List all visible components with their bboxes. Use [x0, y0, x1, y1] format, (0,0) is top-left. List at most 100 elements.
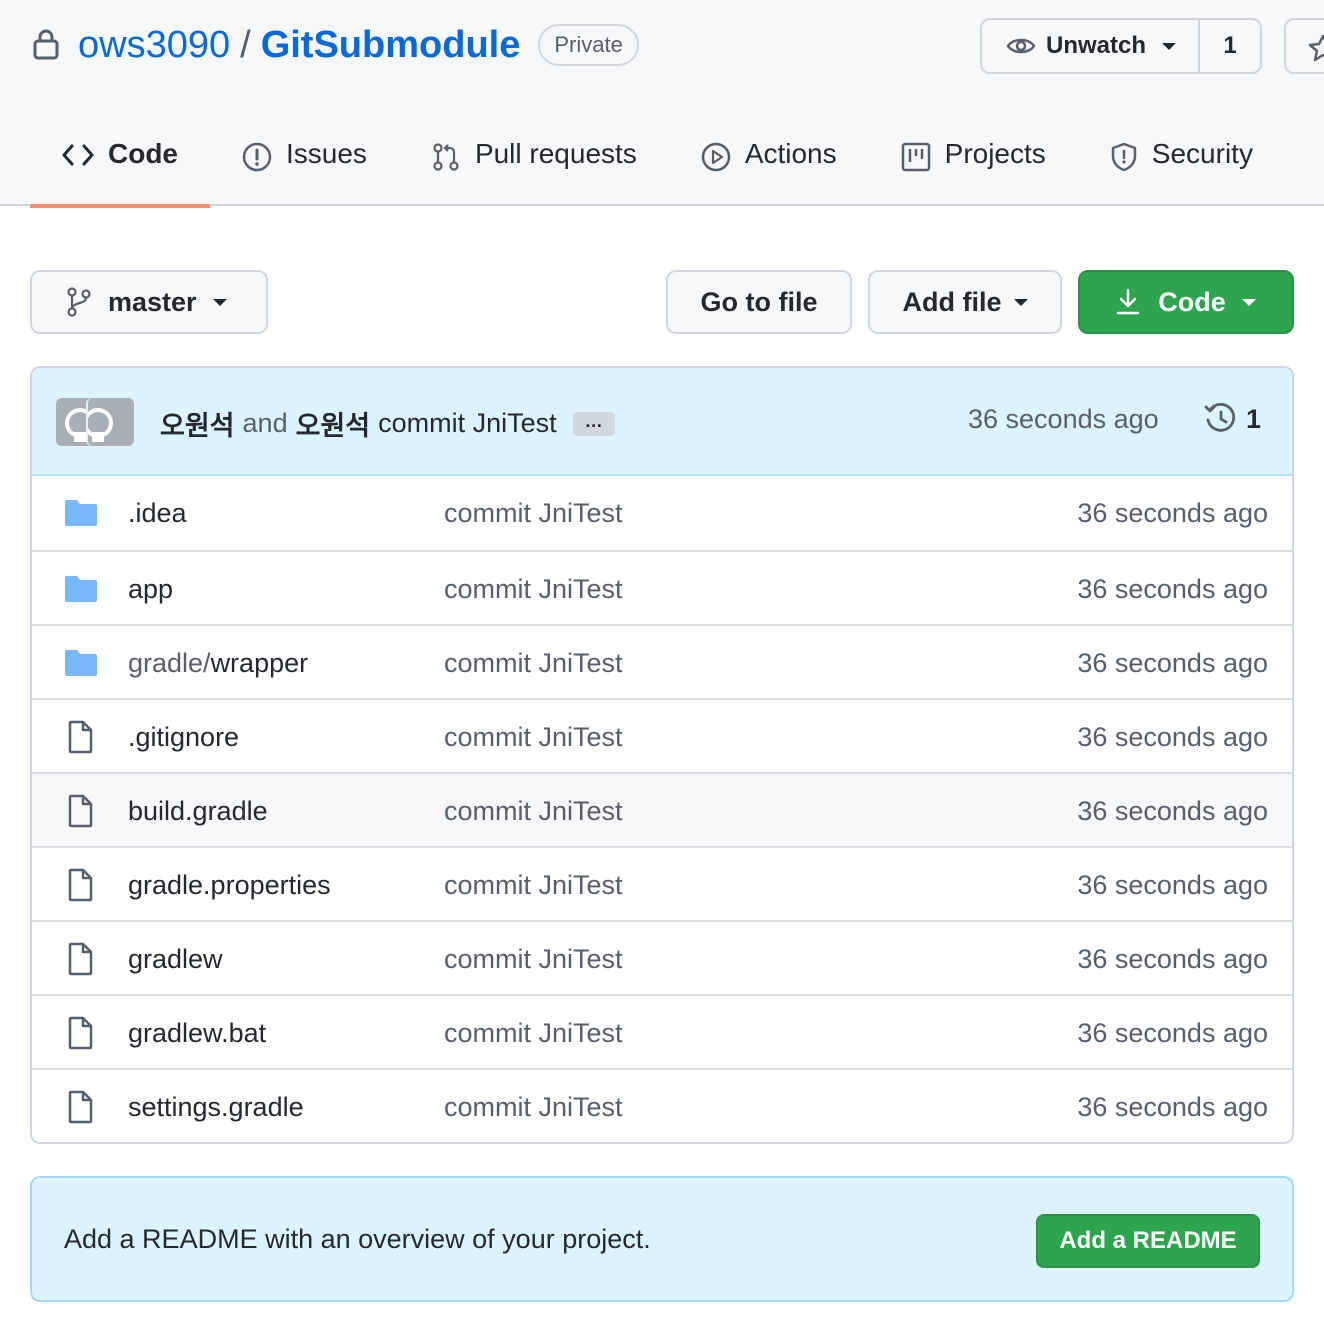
file-path-prefix: gradle/ [128, 648, 211, 678]
file-name: wrapper [210, 648, 309, 678]
file-row[interactable]: .gitignore commit JniTest 36 seconds ago [32, 698, 1292, 772]
file-name: gradle.properties [128, 870, 331, 900]
file-name-link[interactable]: build.gradle [128, 796, 268, 827]
file-name: gradlew.bat [128, 1018, 267, 1048]
repo-nav: Code Issues Pull requests Actions Projec… [30, 118, 1285, 208]
file-name-link[interactable]: gradlew.bat [128, 1018, 266, 1049]
eye-icon [1006, 38, 1036, 54]
add-file-label: Add file [902, 286, 1002, 317]
file-commit-message-link[interactable]: commit JniTest [444, 1018, 623, 1049]
readme-prompt-text: Add a README with an overview of your pr… [64, 1224, 651, 1254]
commit-conjunction: and [242, 408, 288, 438]
history-icon [1204, 402, 1236, 432]
file-name: gradlew [128, 944, 223, 974]
tab-issues[interactable]: Issues [210, 118, 399, 206]
file-commit-message-link[interactable]: commit JniTest [444, 498, 623, 529]
file-name: settings.gradle [128, 1092, 304, 1122]
file-row[interactable]: gradlew.bat commit JniTest 36 seconds ag… [32, 994, 1292, 1068]
pull-request-icon [433, 143, 459, 171]
expand-commit-button[interactable]: … [572, 411, 615, 436]
tab-security-label: Security [1151, 138, 1253, 169]
branch-name: master [108, 286, 197, 317]
file-name: .gitignore [128, 722, 240, 752]
repo-name-link[interactable]: GitSubmodule [261, 24, 521, 67]
download-icon [1117, 288, 1140, 315]
file-commit-message-link[interactable]: commit JniTest [444, 870, 623, 901]
file-name-link[interactable]: settings.gradle [128, 1092, 304, 1123]
shield-icon [1111, 142, 1137, 172]
file-name-link[interactable]: gradlew [128, 944, 223, 975]
chevron-down-icon [1162, 42, 1177, 50]
file-commit-message-link[interactable]: commit JniTest [444, 944, 623, 975]
file-rows: .idea commit JniTest 36 seconds ago app … [32, 476, 1292, 1142]
file-name-link[interactable]: app [128, 574, 173, 605]
file-commit-age: 36 seconds ago [1077, 722, 1268, 752]
chevron-down-icon [1241, 298, 1256, 306]
tab-pull-requests[interactable]: Pull requests [399, 118, 669, 206]
chevron-down-icon [1013, 298, 1028, 306]
tab-issues-label: Issues [286, 138, 367, 169]
commit-author-link[interactable]: 오원석 [296, 404, 371, 443]
file-name: app [128, 574, 174, 604]
octocat-icon [88, 408, 113, 442]
tab-actions[interactable]: Actions [669, 118, 869, 206]
folder-icon [65, 650, 97, 676]
commit-avatars [56, 398, 134, 446]
play-icon [701, 142, 731, 172]
file-row[interactable]: gradle/wrapper commit JniTest 36 seconds… [32, 624, 1292, 698]
star-icon [1308, 34, 1324, 62]
file-name: build.gradle [128, 796, 268, 826]
tab-actions-label: Actions [744, 138, 837, 169]
file-name-link[interactable]: .idea [128, 498, 187, 529]
file-commit-message-link[interactable]: commit JniTest [444, 796, 623, 827]
commit-time[interactable]: 36 seconds ago [968, 404, 1159, 435]
tab-projects-label: Projects [944, 138, 1046, 169]
file-name-link[interactable]: gradle.properties [128, 870, 331, 901]
file-commit-message-link[interactable]: commit JniTest [444, 722, 623, 753]
code-button-label: Code [1158, 286, 1226, 317]
unwatch-label: Unwatch [1046, 32, 1147, 59]
tab-code[interactable]: Code [30, 118, 210, 208]
file-icon [68, 720, 93, 754]
tab-projects[interactable]: Projects [869, 118, 1078, 206]
commit-title-link[interactable]: commit JniTest [378, 408, 557, 439]
file-icon [68, 868, 93, 902]
file-commit-age: 36 seconds ago [1077, 1092, 1268, 1122]
repo-title: ows3090 / GitSubmodule Private [78, 20, 639, 70]
project-icon [901, 142, 930, 172]
file-row[interactable]: settings.gradle commit JniTest 36 second… [32, 1068, 1292, 1142]
file-commit-age: 36 seconds ago [1077, 648, 1268, 678]
add-file-button[interactable]: Add file [868, 270, 1062, 334]
file-icon [68, 1016, 93, 1050]
star-button[interactable] [1284, 18, 1324, 74]
repo-owner-link[interactable]: ows3090 [78, 24, 230, 67]
unwatch-button[interactable]: Unwatch [982, 20, 1201, 72]
commit-count: 1 [1246, 403, 1262, 434]
go-to-file-button[interactable]: Go to file [666, 270, 852, 334]
code-download-button[interactable]: Code [1078, 270, 1294, 334]
file-row[interactable]: app commit JniTest 36 seconds ago [32, 550, 1292, 624]
file-name-link[interactable]: .gitignore [128, 722, 239, 753]
file-commit-age: 36 seconds ago [1077, 1018, 1268, 1048]
tab-security[interactable]: Security [1078, 118, 1285, 206]
issue-icon [242, 142, 272, 172]
file-commit-age: 36 seconds ago [1077, 574, 1268, 604]
file-commit-message-link[interactable]: commit JniTest [444, 648, 623, 679]
file-row[interactable]: gradlew commit JniTest 36 seconds ago [32, 920, 1292, 994]
file-name: .idea [128, 498, 187, 528]
file-row[interactable]: gradle.properties commit JniTest 36 seco… [32, 846, 1292, 920]
file-row[interactable]: build.gradle commit JniTest 36 seconds a… [32, 772, 1292, 846]
add-readme-button[interactable]: Add a README [1036, 1214, 1260, 1268]
avatar[interactable] [86, 398, 134, 446]
file-row[interactable]: .idea commit JniTest 36 seconds ago [32, 476, 1292, 550]
commit-history-link[interactable]: 1 [1204, 402, 1261, 436]
file-icon [68, 942, 93, 976]
file-commit-age: 36 seconds ago [1077, 944, 1268, 974]
file-commit-message-link[interactable]: commit JniTest [444, 1092, 623, 1123]
commit-author-link[interactable]: 오원석 [160, 404, 235, 443]
file-name-link[interactable]: gradle/wrapper [128, 648, 308, 679]
file-commit-message-link[interactable]: commit JniTest [444, 574, 623, 605]
folder-icon [65, 500, 97, 526]
watchers-count[interactable]: 1 [1200, 20, 1260, 72]
branch-selector-button[interactable]: master [30, 270, 268, 334]
